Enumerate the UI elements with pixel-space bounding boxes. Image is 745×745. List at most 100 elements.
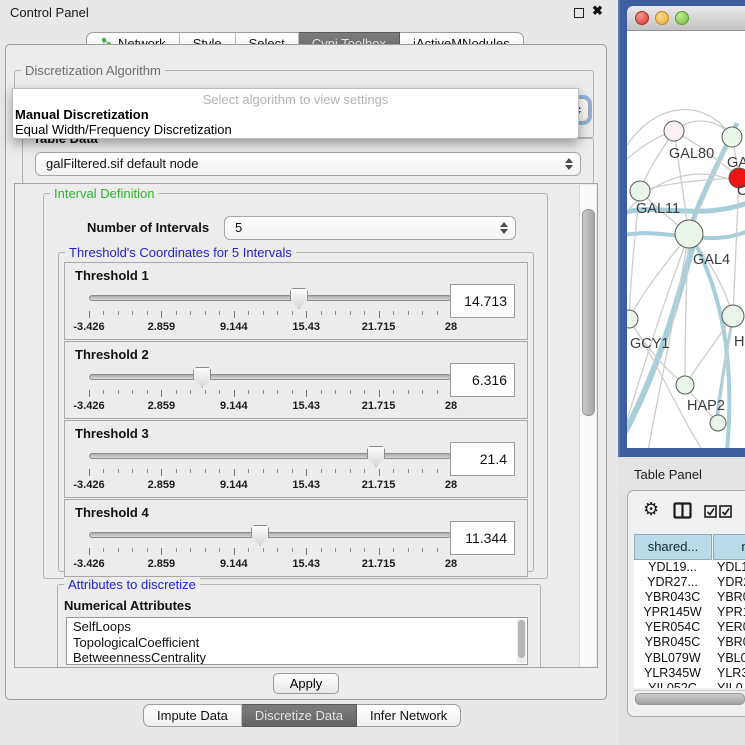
- settings-vertical-scrollbar[interactable]: [579, 185, 596, 666]
- network-node[interactable]: [676, 376, 694, 394]
- number-of-intervals-combo[interactable]: 5: [224, 216, 516, 240]
- tab-discretize-data[interactable]: Discretize Data: [242, 704, 357, 727]
- table-row[interactable]: YBR045CYBR0: [634, 635, 745, 650]
- table-panel: ⚙ shared... n YDL19...YDL1YDR27...YDR2YB…: [627, 490, 745, 717]
- control-panel-title: Control Panel: [10, 5, 89, 20]
- cell-name[interactable]: YPR1: [711, 605, 745, 620]
- column-header-shared-name[interactable]: shared...: [634, 534, 712, 560]
- combo-spinner-icon: [565, 158, 573, 170]
- network-window-titlebar[interactable]: [627, 6, 745, 31]
- list-item[interactable]: SelfLoops: [67, 619, 515, 635]
- table-data-combo[interactable]: galFiltered.sif default node: [35, 152, 581, 176]
- cell-name[interactable]: YDR2: [711, 575, 745, 590]
- cell-name[interactable]: YIL0: [711, 681, 743, 688]
- dropdown-option-equal-width-frequency[interactable]: Equal Width/Frequency Discretization: [13, 122, 578, 137]
- network-node[interactable]: [627, 310, 638, 328]
- scrollbar-thumb[interactable]: [582, 209, 595, 416]
- cell-shared-name[interactable]: YDR27...: [634, 575, 711, 590]
- minimize-traffic-light-icon[interactable]: [655, 11, 669, 25]
- cell-name[interactable]: YER0: [711, 620, 745, 635]
- table-row[interactable]: YIL052CYIL0: [634, 681, 745, 688]
- cell-name[interactable]: YBR0: [711, 590, 745, 605]
- threshold-label: Threshold 1: [75, 268, 149, 283]
- table-row[interactable]: YER054CYER0: [634, 620, 745, 635]
- cell-shared-name[interactable]: YIL052C: [634, 681, 711, 688]
- split-view-icon[interactable]: [673, 502, 692, 524]
- threshold-value-field[interactable]: 21.4: [450, 442, 515, 476]
- table-row[interactable]: YPR145WYPR1: [634, 605, 745, 620]
- table-row[interactable]: YBL079WYBL0: [634, 651, 745, 666]
- table-horizontal-scrollbar[interactable]: [633, 690, 745, 705]
- cell-shared-name[interactable]: YPR145W: [634, 605, 711, 620]
- table-row[interactable]: YDL19...YDL1: [634, 560, 745, 575]
- network-node[interactable]: [722, 127, 742, 147]
- threshold-panel: Threshold 1 -3.4262.8599.14415.4321.7152…: [64, 262, 528, 340]
- interval-definition-group: Interval Definition Number of Intervals …: [43, 193, 548, 579]
- table-panel-title: Table Panel: [634, 467, 702, 482]
- screenshot-root: Control Panel ✖ NetworkStyleSelectCyni T…: [0, 0, 745, 745]
- slider-thumb[interactable]: [367, 446, 385, 467]
- threshold-slider[interactable]: -3.4262.8599.14415.4321.71528: [89, 445, 451, 493]
- cell-shared-name[interactable]: YER054C: [634, 620, 711, 635]
- network-node[interactable]: [664, 121, 684, 141]
- slider-thumb[interactable]: [251, 525, 269, 546]
- slider-track[interactable]: [89, 532, 451, 538]
- slider-track[interactable]: [89, 453, 451, 459]
- list-scrollbar[interactable]: [517, 619, 526, 663]
- cell-shared-name[interactable]: YDL19...: [634, 560, 711, 575]
- checkbox-icon[interactable]: [704, 505, 717, 523]
- threshold-slider[interactable]: -3.4262.8599.14415.4321.71528: [89, 524, 451, 572]
- cell-name[interactable]: YLR3: [711, 666, 745, 681]
- scrollbar-thumb[interactable]: [635, 693, 745, 705]
- apply-button[interactable]: Apply: [273, 673, 339, 694]
- list-item[interactable]: TopologicalCoefficient: [67, 635, 515, 651]
- tab-impute-data[interactable]: Impute Data: [143, 704, 242, 727]
- table-body[interactable]: YDL19...YDL1YDR27...YDR2YBR043CYBR0YPR14…: [634, 560, 745, 688]
- threshold-value-field[interactable]: 14.713: [450, 284, 515, 318]
- column-header-name[interactable]: n: [713, 534, 745, 560]
- table-row[interactable]: YLR345WYLR3: [634, 666, 745, 681]
- table-row[interactable]: YDR27...YDR2: [634, 575, 745, 590]
- slider-track[interactable]: [89, 374, 451, 380]
- table-row[interactable]: YBR043CYBR0: [634, 590, 745, 605]
- threshold-value-field[interactable]: 11.344: [450, 521, 515, 555]
- threshold-slider[interactable]: -3.4262.8599.14415.4321.71528: [89, 287, 451, 335]
- slider-track[interactable]: [89, 295, 451, 301]
- checkbox-icon[interactable]: [719, 505, 732, 523]
- number-of-intervals-label: Number of Intervals: [87, 220, 209, 235]
- network-canvas[interactable]: GAL80GACGAL11GAL4GCY1HHAP2: [627, 31, 745, 448]
- numerical-attributes-list[interactable]: SelfLoopsTopologicalCoefficientBetweenne…: [66, 617, 528, 665]
- list-item[interactable]: BetweennessCentrality: [67, 650, 515, 665]
- cell-name[interactable]: YBR0: [711, 635, 745, 650]
- network-node[interactable]: [722, 305, 744, 327]
- zoom-traffic-light-icon[interactable]: [675, 11, 689, 25]
- cell-shared-name[interactable]: YBR045C: [634, 635, 711, 650]
- close-icon[interactable]: ✖: [592, 4, 603, 18]
- attributes-group: Attributes to discretize Numerical Attri…: [57, 584, 541, 668]
- cell-shared-name[interactable]: YBL079W: [634, 651, 711, 666]
- dropdown-placeholder: Select algorithm to view settings: [13, 92, 578, 107]
- network-node[interactable]: [630, 181, 650, 201]
- slider-ticks: [89, 390, 451, 398]
- network-node[interactable]: [675, 220, 703, 248]
- cell-shared-name[interactable]: YBR043C: [634, 590, 711, 605]
- cell-name[interactable]: YDL1: [711, 560, 745, 575]
- tab-label: Discretize Data: [255, 708, 343, 723]
- cell-shared-name[interactable]: YLR345W: [634, 666, 711, 681]
- network-node[interactable]: [710, 415, 726, 431]
- threshold-value-field[interactable]: 6.316: [450, 363, 515, 397]
- slider-scale-labels: -3.4262.8599.14415.4321.71528: [89, 479, 451, 491]
- slider-thumb[interactable]: [290, 288, 308, 309]
- cell-name[interactable]: YBL0: [711, 651, 745, 666]
- tab-infer-network[interactable]: Infer Network: [357, 704, 461, 727]
- control-panel-titlebar: Control Panel ✖: [0, 0, 618, 24]
- float-window-icon[interactable]: [574, 8, 584, 18]
- dropdown-option-manual-discretization[interactable]: Manual Discretization: [13, 107, 578, 122]
- gear-icon[interactable]: ⚙: [643, 500, 659, 518]
- threshold-slider[interactable]: -3.4262.8599.14415.4321.71528: [89, 366, 451, 414]
- threshold-list: Threshold 1 -3.4262.8599.14415.4321.7152…: [64, 261, 528, 577]
- close-traffic-light-icon[interactable]: [635, 11, 649, 25]
- slider-thumb[interactable]: [193, 367, 211, 388]
- control-panel: Control Panel ✖ NetworkStyleSelectCyni T…: [0, 0, 618, 745]
- attributes-group-title: Attributes to discretize: [64, 577, 200, 592]
